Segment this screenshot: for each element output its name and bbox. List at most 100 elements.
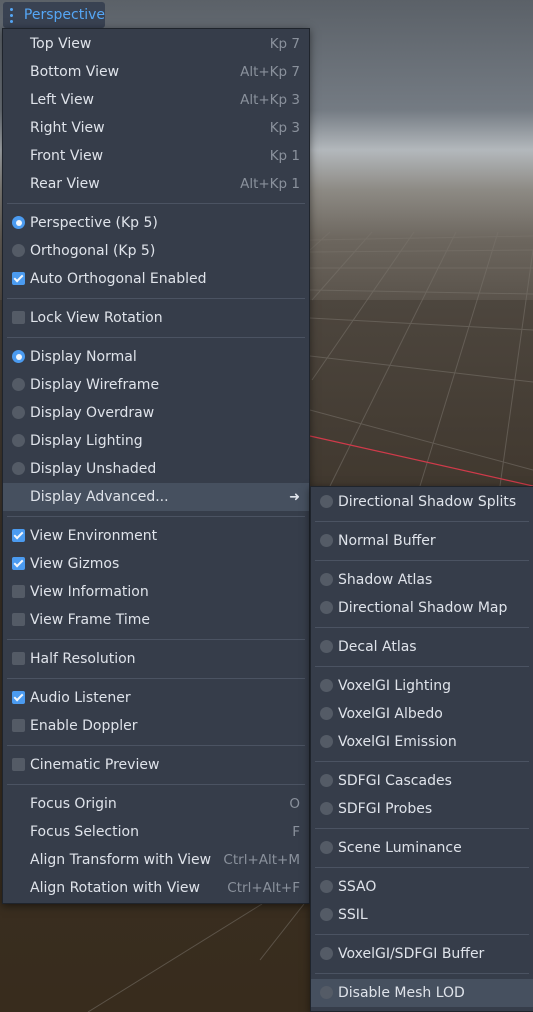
- shortcut-label: Alt+Kp 1: [240, 176, 300, 192]
- menu-item-perspective[interactable]: Perspective (Kp 5): [3, 209, 309, 237]
- perspective-menu-button[interactable]: Perspective: [3, 2, 105, 28]
- radio-unchecked-icon: [320, 601, 333, 614]
- submenu-item-voxelgi-albedo[interactable]: VoxelGI Albedo: [311, 700, 533, 728]
- menu-separator: [311, 516, 533, 527]
- shortcut-label: Ctrl+Alt+M: [223, 852, 300, 868]
- checkbox-unchecked-icon: [12, 585, 25, 598]
- radio-unchecked-icon: [320, 495, 333, 508]
- menu-separator: [311, 823, 533, 834]
- submenu-item-directional-shadow-splits[interactable]: Directional Shadow Splits: [311, 488, 533, 516]
- menu-item-orthogonal[interactable]: Orthogonal (Kp 5): [3, 237, 309, 265]
- radio-unchecked-icon: [320, 986, 333, 999]
- checkbox-checked-icon: [12, 691, 25, 704]
- menu-separator: [3, 779, 309, 790]
- kebab-menu-icon: [6, 7, 18, 23]
- radio-unchecked-icon: [320, 640, 333, 653]
- radio-unchecked-icon: [320, 735, 333, 748]
- shortcut-label: Ctrl+Alt+F: [227, 880, 300, 896]
- menu-separator: [3, 634, 309, 645]
- menu-item-display-wireframe[interactable]: Display Wireframe: [3, 371, 309, 399]
- menu-item-focus-selection[interactable]: Focus Selection F: [3, 818, 309, 846]
- menu-item-display-advanced[interactable]: Display Advanced... ➜: [3, 483, 309, 511]
- menu-item-view-environment[interactable]: View Environment: [3, 522, 309, 550]
- radio-checked-icon: [12, 350, 25, 363]
- menu-item-auto-orthogonal[interactable]: Auto Orthogonal Enabled: [3, 265, 309, 293]
- menu-item-lock-view-rotation[interactable]: Lock View Rotation: [3, 304, 309, 332]
- menu-item-view-gizmos[interactable]: View Gizmos: [3, 550, 309, 578]
- submenu-item-voxelgi-emission[interactable]: VoxelGI Emission: [311, 728, 533, 756]
- menu-item-align-rotation[interactable]: Align Rotation with View Ctrl+Alt+F: [3, 874, 309, 902]
- menu-item-view-frame-time[interactable]: View Frame Time: [3, 606, 309, 634]
- menu-item-half-resolution[interactable]: Half Resolution: [3, 645, 309, 673]
- shortcut-label: Alt+Kp 3: [240, 92, 300, 108]
- menu-separator: [3, 198, 309, 209]
- menu-separator: [3, 740, 309, 751]
- radio-unchecked-icon: [320, 947, 333, 960]
- menu-separator: [3, 511, 309, 522]
- menu-item-display-normal[interactable]: Display Normal: [3, 343, 309, 371]
- menu-item-align-transform[interactable]: Align Transform with View Ctrl+Alt+M: [3, 846, 309, 874]
- menu-separator: [3, 673, 309, 684]
- menu-item-cinematic-preview[interactable]: Cinematic Preview: [3, 751, 309, 779]
- perspective-button-label: Perspective: [23, 7, 105, 23]
- menu-item-view-information[interactable]: View Information: [3, 578, 309, 606]
- submenu-item-voxelgi-lighting[interactable]: VoxelGI Lighting: [311, 672, 533, 700]
- checkbox-unchecked-icon: [12, 311, 25, 324]
- radio-unchecked-icon: [320, 534, 333, 547]
- submenu-item-ssao[interactable]: SSAO: [311, 873, 533, 901]
- radio-unchecked-icon: [12, 406, 25, 419]
- submenu-item-normal-buffer[interactable]: Normal Buffer: [311, 527, 533, 555]
- menu-item-right-view[interactable]: Right View Kp 3: [3, 114, 309, 142]
- menu-item-left-view[interactable]: Left View Alt+Kp 3: [3, 86, 309, 114]
- menu-item-display-unshaded[interactable]: Display Unshaded: [3, 455, 309, 483]
- display-advanced-submenu: Directional Shadow Splits Normal Buffer …: [310, 486, 533, 1012]
- menu-item-rear-view[interactable]: Rear View Alt+Kp 1: [3, 170, 309, 198]
- menu-separator: [311, 862, 533, 873]
- radio-unchecked-icon: [12, 378, 25, 391]
- menu-separator: [311, 756, 533, 767]
- radio-unchecked-icon: [320, 880, 333, 893]
- menu-item-display-lighting[interactable]: Display Lighting: [3, 427, 309, 455]
- shortcut-label: Kp 3: [269, 120, 300, 136]
- menu-item-front-view[interactable]: Front View Kp 1: [3, 142, 309, 170]
- submenu-item-shadow-atlas[interactable]: Shadow Atlas: [311, 566, 533, 594]
- menu-item-focus-origin[interactable]: Focus Origin O: [3, 790, 309, 818]
- menu-item-display-overdraw[interactable]: Display Overdraw: [3, 399, 309, 427]
- submenu-item-scene-luminance[interactable]: Scene Luminance: [311, 834, 533, 862]
- menu-separator: [311, 929, 533, 940]
- submenu-item-ssil[interactable]: SSIL: [311, 901, 533, 929]
- menu-item-top-view[interactable]: Top View Kp 7: [3, 30, 309, 58]
- checkbox-checked-icon: [12, 557, 25, 570]
- radio-unchecked-icon: [12, 462, 25, 475]
- menu-separator: [311, 555, 533, 566]
- submenu-item-directional-shadow-map[interactable]: Directional Shadow Map: [311, 594, 533, 622]
- radio-unchecked-icon: [12, 434, 25, 447]
- submenu-arrow-icon: ➜: [289, 489, 300, 505]
- radio-unchecked-icon: [320, 573, 333, 586]
- menu-item-bottom-view[interactable]: Bottom View Alt+Kp 7: [3, 58, 309, 86]
- submenu-item-sdfgi-cascades[interactable]: SDFGI Cascades: [311, 767, 533, 795]
- menu-separator: [311, 661, 533, 672]
- radio-unchecked-icon: [320, 707, 333, 720]
- checkbox-checked-icon: [12, 272, 25, 285]
- checkbox-unchecked-icon: [12, 719, 25, 732]
- menu-separator: [311, 622, 533, 633]
- menu-item-audio-listener[interactable]: Audio Listener: [3, 684, 309, 712]
- menu-separator: [3, 293, 309, 304]
- radio-unchecked-icon: [320, 841, 333, 854]
- submenu-item-decal-atlas[interactable]: Decal Atlas: [311, 633, 533, 661]
- shortcut-label: O: [289, 796, 300, 812]
- shortcut-label: Kp 7: [269, 36, 300, 52]
- submenu-item-sdfgi-probes[interactable]: SDFGI Probes: [311, 795, 533, 823]
- checkbox-unchecked-icon: [12, 613, 25, 626]
- radio-unchecked-icon: [320, 908, 333, 921]
- submenu-item-disable-mesh-lod[interactable]: Disable Mesh LOD: [311, 979, 533, 1007]
- shortcut-label: Kp 1: [269, 148, 300, 164]
- shortcut-label: Alt+Kp 7: [240, 64, 300, 80]
- shortcut-label: F: [292, 824, 300, 840]
- checkbox-unchecked-icon: [12, 758, 25, 771]
- menu-item-enable-doppler[interactable]: Enable Doppler: [3, 712, 309, 740]
- radio-unchecked-icon: [320, 774, 333, 787]
- menu-separator: [311, 968, 533, 979]
- submenu-item-voxelgi-sdfgi-buffer[interactable]: VoxelGI/SDFGI Buffer: [311, 940, 533, 968]
